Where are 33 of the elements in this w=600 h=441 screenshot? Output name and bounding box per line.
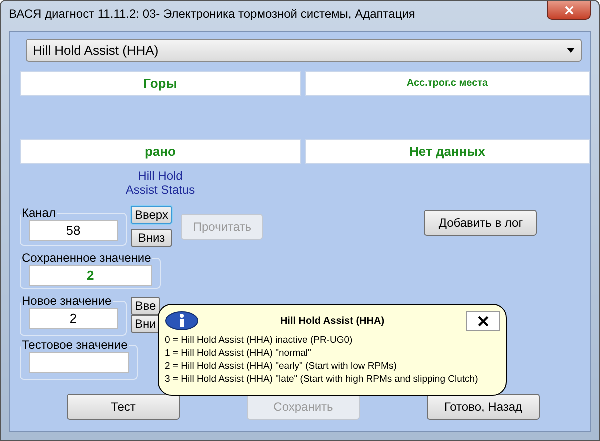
tooltip-line: 3 = Hill Hold Assist (HHA) "late" (Start with high RPMs and slipping Clutch) <box>165 373 480 386</box>
step-button[interactable]: Вверх <box>131 206 172 224</box>
tooltip-line: 0 = Hill Hold Assist (HHA) inactive (PR-UG0) <box>165 334 354 347</box>
action-button[interactable]: Готово, Назад <box>427 394 540 420</box>
tooltip-line: 2 = Hill Hold Assist (HHA) "early" (Start with low RPMs) <box>165 360 398 373</box>
new-value-field[interactable]: 2 <box>29 308 118 329</box>
saved-value-field: 2 <box>29 265 152 286</box>
tooltip-title: Hill Hold Assist (HHA) <box>279 316 386 326</box>
group-label: Новое значение <box>21 294 113 308</box>
step-button[interactable]: Вниз <box>131 229 172 247</box>
status-value: рано <box>20 139 301 164</box>
window-title: ВАСЯ диагност 11.11.2: 03- Электроника тормозной системы, Адаптация <box>9 7 416 21</box>
tooltip-line: 1 = Hill Hold Assist (HHA) "normal" <box>165 347 312 360</box>
action-button[interactable]: Тест <box>67 394 180 420</box>
status-value: Горы <box>20 71 301 96</box>
step-button[interactable]: Вни <box>131 315 160 333</box>
step-button[interactable]: Вве <box>131 297 160 315</box>
status-value: Нет данных <box>305 139 590 164</box>
test-value-field[interactable] <box>29 352 129 373</box>
close-button[interactable] <box>466 311 500 331</box>
group-label: Канал <box>21 206 57 220</box>
status-value: Асс.трог.с места <box>305 71 590 96</box>
info-icon <box>165 311 199 331</box>
channel-field[interactable]: 58 <box>29 220 118 241</box>
close-icon <box>478 316 488 326</box>
close-button[interactable] <box>547 1 591 20</box>
parameter-dropdown[interactable]: Hill Hold Assist (HHA) <box>26 39 582 62</box>
close-icon <box>564 6 574 14</box>
group-label: Тестовое значение <box>21 338 129 352</box>
add-to-log-button[interactable]: Добавить в лог <box>424 210 538 236</box>
caret-icon <box>567 48 575 53</box>
group-label: Сохраненное значение <box>21 251 152 265</box>
status-caption: Hill Hold Assist Status <box>124 169 196 197</box>
